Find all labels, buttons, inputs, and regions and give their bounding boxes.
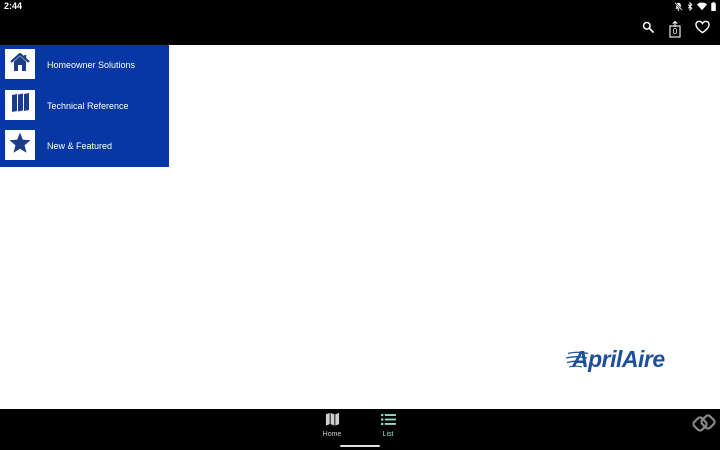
wifi-icon xyxy=(697,2,707,11)
nav-item-list[interactable]: List xyxy=(360,409,416,445)
menu-item-tile xyxy=(5,130,35,160)
status-time: 2:44 xyxy=(4,1,23,11)
star-icon xyxy=(8,131,32,160)
brand-name: AprilAire xyxy=(572,346,665,372)
aprilaire-logo: AprilAire xyxy=(565,342,690,378)
share-count-icon: 0 xyxy=(669,20,681,38)
menu-item-label: Homeowner Solutions xyxy=(47,60,136,70)
nav-item-home[interactable]: Home xyxy=(304,409,360,445)
battery-icon xyxy=(711,2,716,11)
favorite-button[interactable] xyxy=(692,13,712,45)
menu-item-tile xyxy=(5,89,35,120)
map-icon xyxy=(304,412,360,426)
category-menu: Homeowner Solutions Technical Reference … xyxy=(0,45,169,167)
search-button[interactable] xyxy=(638,13,658,45)
link-button[interactable] xyxy=(690,411,718,439)
menu-item-new-and-featured[interactable]: New & Featured xyxy=(0,126,169,167)
notifications-off-icon xyxy=(674,2,683,11)
nav-label-home: Home xyxy=(322,431,342,438)
app-bar: 0 xyxy=(0,13,720,45)
share-count: 0 xyxy=(672,26,678,36)
bottom-navigation: Home List xyxy=(0,409,720,450)
nav-label-list: List xyxy=(382,431,394,438)
gesture-handle[interactable] xyxy=(340,445,380,447)
link-icon xyxy=(692,411,716,440)
search-icon xyxy=(642,20,654,38)
status-bar: 2:44 xyxy=(0,0,720,13)
menu-item-label: Technical Reference xyxy=(47,100,129,111)
bluetooth-icon xyxy=(687,2,693,11)
binders-icon xyxy=(9,91,31,118)
menu-item-label: New & Featured xyxy=(47,141,113,151)
favorite-icon xyxy=(694,20,710,39)
status-icons xyxy=(674,1,716,12)
menu-item-homeowner-solutions[interactable]: Homeowner Solutions xyxy=(0,45,169,86)
list-icon xyxy=(360,412,416,426)
house-icon xyxy=(9,51,31,78)
menu-item-technical-reference[interactable]: Technical Reference xyxy=(0,86,169,127)
share-button[interactable]: 0 xyxy=(665,13,685,45)
menu-item-tile xyxy=(5,49,35,79)
